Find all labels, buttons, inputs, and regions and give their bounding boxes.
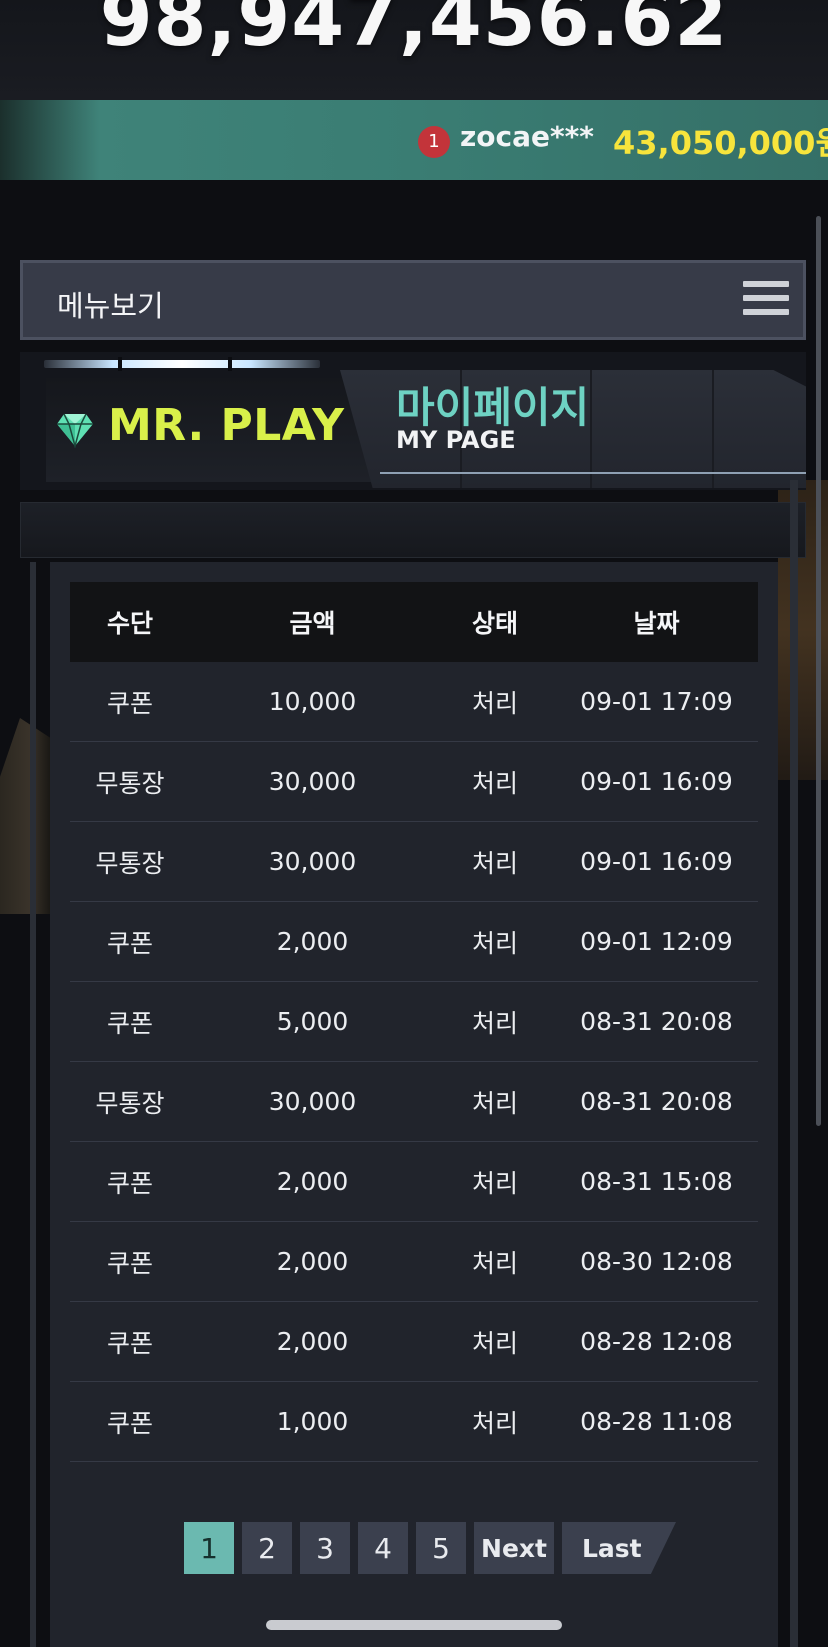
column-header-date: 날짜: [633, 609, 680, 638]
page-subtitle: MY PAGE: [396, 426, 516, 454]
cell-date: 09-01 16:09: [580, 767, 733, 796]
cell-status: 처리: [471, 688, 518, 718]
cell-amount: 30,000: [268, 1087, 357, 1116]
page-header: MR. PLAY 마이페이지 MY PAGE: [20, 352, 806, 490]
hamburger-icon[interactable]: [743, 281, 789, 321]
background-artwork-left: [0, 718, 50, 914]
table-row: 무통장 30,000 처리 08-31 20:08: [70, 1062, 758, 1142]
cell-amount: 10,000: [268, 687, 357, 716]
cell-date: 08-28 11:08: [580, 1407, 733, 1436]
cell-amount: 2,000: [276, 1247, 349, 1276]
cell-amount: 2,000: [276, 1167, 349, 1196]
brand-logo[interactable]: MR. PLAY: [108, 400, 345, 451]
cell-status: 처리: [471, 848, 518, 878]
cell-method: 무통장: [95, 768, 165, 798]
transaction-table: 수단 금액 상태 날짜 쿠폰 10,000 처리 09-01 17:09 무통장…: [70, 582, 758, 1462]
page-button-2[interactable]: 2: [242, 1522, 292, 1574]
table-header: 수단 금액 상태 날짜: [70, 582, 758, 662]
page-button-1[interactable]: 1: [184, 1522, 234, 1574]
cell-method: 쿠폰: [106, 1008, 153, 1038]
table-row: 무통장 30,000 처리 09-01 16:09: [70, 742, 758, 822]
pagination: 1 2 3 4 5 Next Last: [184, 1522, 676, 1574]
cell-date: 08-30 12:08: [580, 1247, 733, 1276]
scrollbar[interactable]: [816, 216, 821, 1126]
page-button-5[interactable]: 5: [416, 1522, 466, 1574]
cell-date: 09-01 12:09: [580, 927, 733, 956]
cell-status: 처리: [471, 1328, 518, 1358]
jackpot-banner: 98,947,456.62: [0, 0, 828, 100]
cell-method: 무통장: [95, 848, 165, 878]
cell-method: 무통장: [95, 1088, 165, 1118]
cell-date: 08-28 12:08: [580, 1327, 733, 1356]
cell-date: 08-31 15:08: [580, 1167, 733, 1196]
table-row: 쿠폰 5,000 처리 08-31 20:08: [70, 982, 758, 1062]
page-button-3[interactable]: 3: [300, 1522, 350, 1574]
table-row: 쿠폰 2,000 처리 09-01 12:09: [70, 902, 758, 982]
cell-status: 처리: [471, 1168, 518, 1198]
content-panel: 수단 금액 상태 날짜 쿠폰 10,000 처리 09-01 17:09 무통장…: [50, 562, 778, 1647]
cell-amount: 30,000: [268, 767, 357, 796]
diamond-icon: [57, 413, 93, 448]
cell-status: 처리: [471, 1088, 518, 1118]
cell-date: 09-01 17:09: [580, 687, 733, 716]
sub-header-bar: [20, 502, 806, 558]
cell-date: 08-31 20:08: [580, 1087, 733, 1116]
next-page-button[interactable]: Next: [474, 1522, 554, 1574]
cell-date: 09-01 16:09: [580, 847, 733, 876]
menu-label: 메뉴보기: [57, 289, 164, 323]
cell-status: 처리: [471, 768, 518, 798]
winner-ticker: 1 zocae*** 43,050,000원: [0, 100, 828, 180]
ticker-username: zocae***: [460, 120, 594, 153]
table-row: 무통장 30,000 처리 09-01 16:09: [70, 822, 758, 902]
cell-method: 쿠폰: [106, 1168, 153, 1198]
light-bar-decoration: [44, 357, 320, 371]
table-row: 쿠폰 2,000 처리 08-31 15:08: [70, 1142, 758, 1222]
last-page-button[interactable]: Last: [562, 1522, 676, 1574]
cell-method: 쿠폰: [106, 1248, 153, 1278]
cell-status: 처리: [471, 1248, 518, 1278]
menu-bar[interactable]: 메뉴보기: [20, 260, 806, 340]
cell-method: 쿠폰: [106, 1408, 153, 1438]
cell-method: 쿠폰: [106, 688, 153, 718]
jackpot-amount: 98,947,456.62: [99, 0, 729, 63]
title-underline: [380, 472, 806, 474]
cell-status: 처리: [471, 1008, 518, 1038]
table-row: 쿠폰 10,000 처리 09-01 17:09: [70, 662, 758, 742]
page-button-4[interactable]: 4: [358, 1522, 408, 1574]
cell-date: 08-31 20:08: [580, 1007, 733, 1036]
column-header-amount: 금액: [289, 609, 336, 638]
rank-badge: 1: [418, 126, 450, 158]
table-row: 쿠폰 2,000 처리 08-30 12:08: [70, 1222, 758, 1302]
cell-amount: 2,000: [276, 927, 349, 956]
cell-amount: 5,000: [276, 1007, 349, 1036]
table-row: 쿠폰 1,000 처리 08-28 11:08: [70, 1382, 758, 1462]
cell-status: 처리: [471, 928, 518, 958]
cell-method: 쿠폰: [106, 928, 153, 958]
home-indicator[interactable]: [266, 1620, 562, 1630]
frame-left: [30, 562, 36, 1647]
column-header-method: 수단: [106, 609, 153, 638]
ticker-amount: 43,050,000원: [613, 124, 828, 162]
cell-amount: 30,000: [268, 847, 357, 876]
cell-amount: 1,000: [276, 1407, 349, 1436]
cell-status: 처리: [471, 1408, 518, 1438]
cell-method: 쿠폰: [106, 1328, 153, 1358]
cell-amount: 2,000: [276, 1327, 349, 1356]
frame-right: [790, 480, 798, 1647]
table-row: 쿠폰 2,000 처리 08-28 12:08: [70, 1302, 758, 1382]
column-header-status: 상태: [471, 609, 518, 638]
